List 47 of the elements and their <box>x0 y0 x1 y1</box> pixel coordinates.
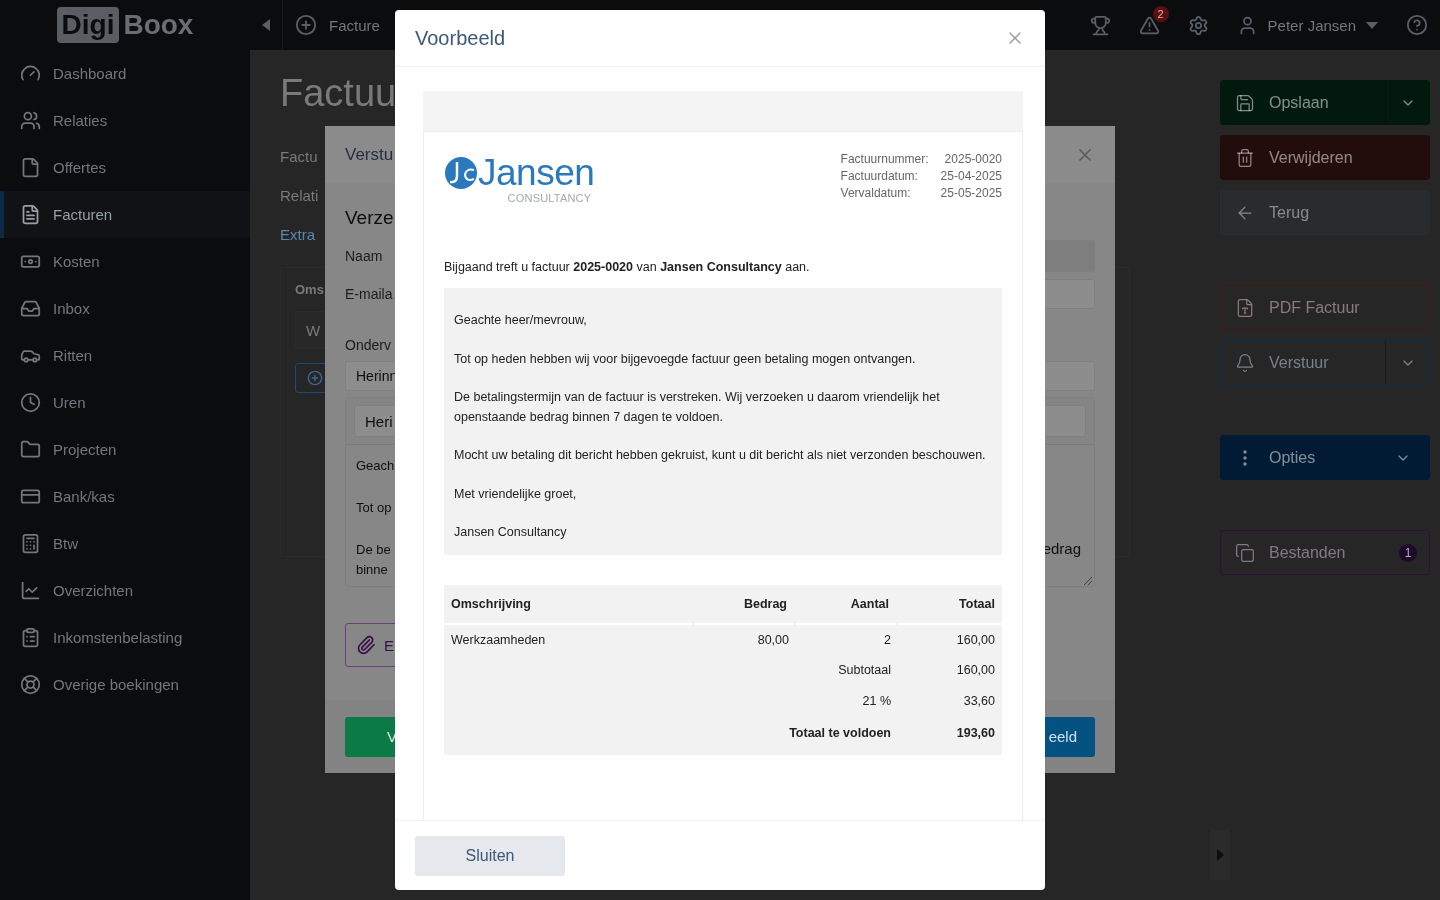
message-paragraph: Tot op heden hebben wij voor bijgevoegde factuur geen betaling mogen ontvangen. <box>454 350 917 368</box>
dialog-title: Verstu <box>345 144 394 165</box>
message-paragraph: De betalingstermijn van de factuur is verstreken. Wij verzoeken u daarom vriendelijk het openstaande bedrag binnen 7 dagen te voldoen. <box>454 389 941 426</box>
summary-value: 160,00 <box>955 662 996 679</box>
summary-value: 33,60 <box>962 693 996 710</box>
count-badge: 1 <box>1399 543 1417 562</box>
meta-label: Factuurnummer: <box>840 152 929 166</box>
column-header: Oms <box>295 282 324 297</box>
field-label: Factu <box>280 148 318 165</box>
message-paragraph: Jansen Consultancy <box>454 524 568 541</box>
logo-mark: Digi <box>56 7 120 43</box>
meta-value: 25-04-2025 <box>940 169 1002 183</box>
table-cell-text: 2 <box>883 631 892 649</box>
table-cell-text: 160,00 <box>955 631 996 649</box>
message-line: binne <box>356 562 388 577</box>
summary-label: Subtotaal <box>837 662 892 679</box>
dialog-title: Voorbeeld <box>415 26 506 50</box>
company-tagline: CONSULTANCY <box>507 192 592 204</box>
message-paragraph: Geachte heer/mevrouw, <box>454 312 588 329</box>
message-paragraph: Mocht uw betaling dit bericht hebben gekruist, kunt u dit bericht als niet verzonden beschouwen. <box>454 447 987 464</box>
intro-text: Bijgaand treft u factuur 2025-0020 van Jansen Consultancy aan. <box>444 260 811 274</box>
field-label: E-maila <box>345 286 394 302</box>
page-title: Factuu <box>280 72 397 116</box>
summary-label: 21 % <box>861 693 892 710</box>
column-header: Omschrijving <box>444 584 692 625</box>
column-header: Aantal <box>796 584 896 625</box>
message-paragraph: Met vriendelijke groet, <box>454 485 578 503</box>
section-heading: Verze <box>345 207 395 230</box>
field-label: Onderv <box>345 337 391 353</box>
meta-label: Vervaldatum: <box>840 186 912 200</box>
summary-label: Totaal te voldoen <box>788 724 892 742</box>
meta-value: 2025-0020 <box>943 152 1002 166</box>
company-name: Jansen <box>478 154 595 192</box>
summary-value: 193,60 <box>955 724 996 742</box>
meta-value: 25-05-2025 <box>940 186 1002 200</box>
meta-label: Factuurdatum: <box>840 169 919 183</box>
field-label: Naam <box>345 248 384 264</box>
notification-badge: 2 <box>1152 5 1169 22</box>
column-header: Totaal <box>898 584 1002 625</box>
message-line: Tot op <box>356 500 392 515</box>
column-header: Bedrag <box>694 584 794 625</box>
table-cell-text: 80,00 <box>756 631 790 649</box>
message-line: Geach <box>356 458 395 473</box>
field-label: Relati <box>280 187 319 204</box>
logo-text: Boox <box>123 9 194 41</box>
table-cell-text: Werkzaamheden <box>450 631 547 649</box>
message-line: De be <box>356 542 391 557</box>
